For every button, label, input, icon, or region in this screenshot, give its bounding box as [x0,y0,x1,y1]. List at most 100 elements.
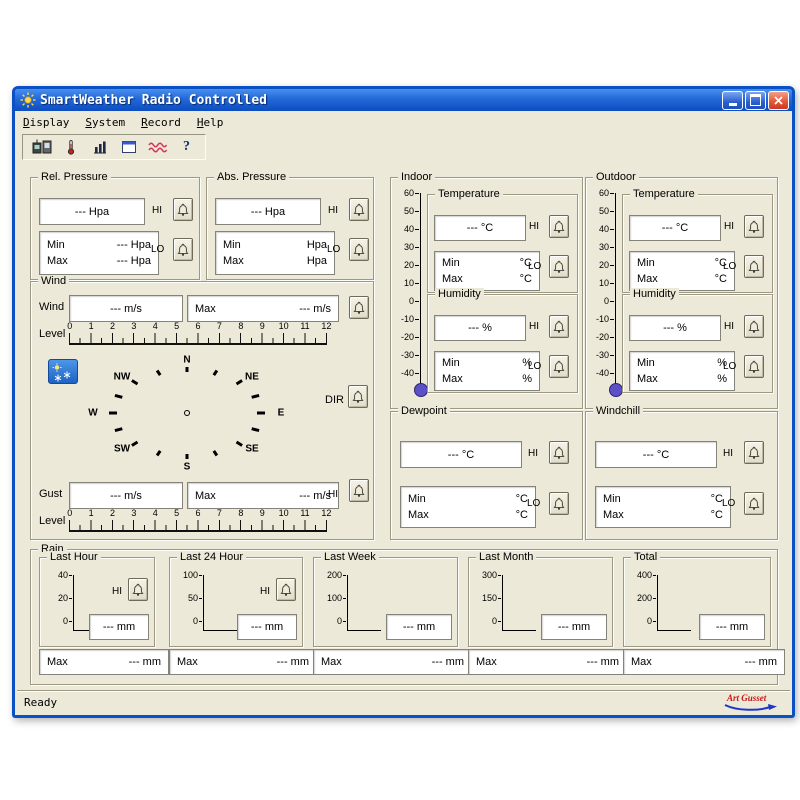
tick-mark [415,355,419,356]
indoor-humidity-lo-alarm-button[interactable] [549,355,569,378]
scale-label: 7 [209,321,230,331]
max-label: Max [442,372,463,387]
tick-mark [415,283,419,284]
thermometer-bulb [414,383,428,397]
outdoor-humidity-hi-alarm-button[interactable] [744,315,764,338]
weather-forecast-button[interactable] [48,359,78,384]
dewpoint-lo-alarm-button[interactable] [549,492,569,515]
compass-w: W [88,408,97,419]
tick-mark [343,621,346,622]
minimize-button[interactable] [722,91,743,110]
axis-line [502,575,503,631]
abs-pressure-hi-alarm-button[interactable] [349,198,369,221]
wind-level-scale: 0123456789101112 [69,321,349,345]
indoor-temp-lo-alarm-button[interactable] [549,255,569,278]
scale-label: -20 [589,332,609,342]
gust-value: --- m/s [69,482,183,509]
thermometer-line [615,193,616,387]
rain-24hour-value: --- mm [237,614,297,640]
scale-row: 150 [473,593,501,603]
max-value: --- mm [129,656,161,668]
tick-mark [415,265,419,266]
indoor-humidity-minmax: Min% Max% [434,351,540,391]
waves-chart-icon[interactable] [145,137,170,157]
max-label: Max [223,254,244,269]
rel-pressure-value: --- Hpa [39,198,145,225]
weather-station-icon[interactable] [29,137,54,157]
abs-pressure-lo-alarm-button[interactable] [349,238,369,261]
gust-alarm-button[interactable] [349,479,369,502]
thermometer-icon[interactable] [58,137,83,157]
compass-e: E [278,408,285,419]
windchill-hi-alarm-button[interactable] [744,441,764,464]
outdoor-humidity-lo-alarm-button[interactable] [744,355,764,378]
scale-label: 9 [252,508,273,518]
scale-row: 0 [473,616,501,626]
windchill-value: --- °C [595,441,717,468]
window-icon[interactable] [116,137,141,157]
scale-label: 1 [80,321,101,331]
rel-pressure-lo-alarm-button[interactable] [173,238,193,261]
menu-item[interactable]: Display [23,116,69,129]
outdoor-temp-hi-alarm-button[interactable] [744,215,764,238]
rain-24hour-group: Last 24 Hour 100500 HI --- mm [169,557,303,647]
rain-week-max: Max --- mm [313,649,472,675]
max-value: --- mm [277,656,309,668]
rel-pressure-hi-alarm-button[interactable] [173,198,193,221]
gust-max-field: Max --- m/s [187,482,339,509]
scale-row: -30 [588,350,614,360]
max-label: Max [637,372,658,387]
outdoor-temperature-subgroup: Temperature --- °C HI Min°C Max°C LO [622,194,773,293]
bar-chart-icon[interactable] [87,137,112,157]
max-unit: % [717,372,727,387]
scale-label: 400 [630,570,652,580]
rain-hour-alarm-button[interactable] [128,578,148,601]
scale-label: 50 [394,206,414,216]
indoor-temp-hi-alarm-button[interactable] [549,215,569,238]
title-bar[interactable]: SmartWeather Radio Controlled [15,89,792,111]
scale-row: 40 [588,224,614,234]
windchill-minmax: Min°C Max°C [595,486,731,528]
scale-label: 0 [589,296,609,306]
close-button[interactable] [768,91,789,110]
maximize-button[interactable] [745,91,766,110]
menu-item[interactable]: Help [197,116,224,129]
scale-label: -10 [394,314,414,324]
axis-line [347,575,348,631]
dewpoint-value: --- °C [400,441,522,468]
axis-base [203,630,237,631]
menu-item[interactable]: Record [141,116,181,129]
help-icon[interactable]: ? [174,137,199,157]
windchill-lo-alarm-button[interactable] [744,492,764,515]
rain-24hour-alarm-button[interactable] [276,578,296,601]
windchill-group: Windchill --- °C HI Min°C Max°C LO [585,411,778,540]
indoor-temp-minmax: Min°C Max°C [434,251,540,291]
app-sun-icon [20,92,36,108]
hi-label: HI [260,586,270,597]
wind-group: Wind Wind --- m/s Max --- m/s Level 0123… [30,281,374,540]
abs-pressure-minmax: MinHpa MaxHpa [215,231,335,275]
compass-se: SE [245,444,258,455]
scale-label: 60 [394,188,414,198]
thermometer-bulb [609,383,623,397]
scale-row: 20 [393,260,419,270]
min-label: Min [223,238,241,253]
scale-label: 40 [46,570,68,580]
hi-label: HI [724,321,734,332]
scale-label: 3 [123,321,144,331]
rain-month-group: Last Month 3001500 --- mm [468,557,613,647]
wind-direction-alarm-button[interactable] [348,385,368,408]
scale-label: 6 [187,321,208,331]
wind-alarm-button[interactable] [349,296,369,319]
rain-month-value: --- mm [541,614,607,640]
rain-scale: 3001500 [473,570,543,636]
scale-label: 100 [176,570,198,580]
tick-mark [610,337,614,338]
scale-row: 30 [393,242,419,252]
indoor-temperature-subgroup: Temperature --- °C HI Min°C Max°C LO [427,194,578,293]
indoor-humidity-hi-alarm-button[interactable] [549,315,569,338]
hi-label: HI [328,489,338,500]
dewpoint-hi-alarm-button[interactable] [549,441,569,464]
menu-item[interactable]: System [85,116,125,129]
max-label: Max [408,508,429,523]
